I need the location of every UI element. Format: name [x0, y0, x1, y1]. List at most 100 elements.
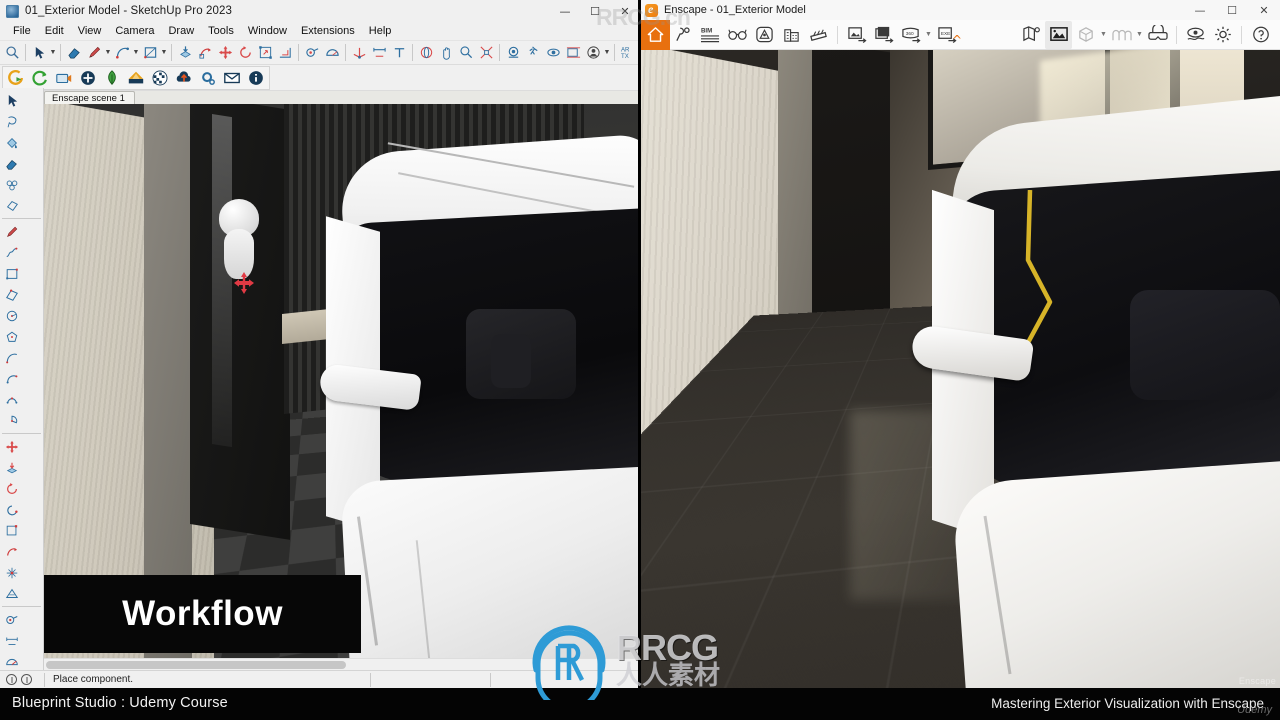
vr-headset-icon[interactable]: [1144, 21, 1171, 49]
paint-bucket-icon[interactable]: [2, 132, 22, 153]
move-icon[interactable]: [215, 43, 235, 63]
project-building-icon[interactable]: [778, 21, 805, 49]
zoom-search-icon[interactable]: [2, 43, 22, 63]
two-point-arc-icon[interactable]: [2, 368, 22, 389]
zoom-tool-icon[interactable]: [456, 43, 476, 63]
menu-edit[interactable]: Edit: [38, 23, 71, 39]
export-batch-icon[interactable]: [870, 21, 897, 49]
orbit-icon[interactable]: [416, 43, 436, 63]
tag-icon[interactable]: [2, 195, 22, 216]
menu-view[interactable]: View: [71, 23, 109, 39]
scrollbar-thumb[interactable]: [46, 661, 346, 669]
rectangle-dropdown-caret-icon[interactable]: ▼: [160, 43, 168, 63]
walk-icon[interactable]: [523, 43, 543, 63]
close-button[interactable]: ✕: [610, 0, 640, 22]
enscape-asset-icon[interactable]: [76, 66, 100, 90]
bim-info-icon[interactable]: BIM: [697, 21, 724, 49]
views-pin-icon[interactable]: [670, 21, 697, 49]
three-point-arc-icon[interactable]: [2, 389, 22, 410]
select-dropdown-caret-icon[interactable]: ▼: [49, 43, 57, 63]
expand-chevron-icon[interactable]: ^: [952, 34, 962, 46]
pan-icon[interactable]: [436, 43, 456, 63]
ar-tx-icon[interactable]: AR TX: [618, 43, 638, 63]
dimension-tool-icon[interactable]: [2, 630, 22, 651]
push-pull-tool-icon[interactable]: [2, 457, 22, 478]
account-dropdown-caret-icon[interactable]: ▼: [603, 43, 611, 63]
outer-shell-icon[interactable]: [2, 562, 22, 583]
look-around-icon[interactable]: [543, 43, 563, 63]
tape-measure-icon[interactable]: [302, 43, 322, 63]
tape-measure-tool-icon[interactable]: [2, 609, 22, 630]
freehand-icon[interactable]: [2, 242, 22, 263]
enscape-feedback-icon[interactable]: [220, 66, 244, 90]
menu-camera[interactable]: Camera: [108, 23, 161, 39]
enscape-upload-icon[interactable]: [172, 66, 196, 90]
protractor-tool-icon[interactable]: [2, 651, 22, 672]
position-camera-icon[interactable]: [503, 43, 523, 63]
enscape-tree-icon[interactable]: [100, 66, 124, 90]
rendering-preview-icon[interactable]: [1045, 20, 1072, 49]
enscape-minimize-button[interactable]: —: [1184, 0, 1216, 20]
rotate-tool-icon[interactable]: [2, 478, 22, 499]
export-panorama-icon[interactable]: 360: [897, 21, 924, 49]
maximize-button[interactable]: ☐: [580, 0, 610, 22]
section-plane-icon[interactable]: [563, 43, 583, 63]
help-circle-icon[interactable]: [6, 674, 17, 685]
measurement-value-field[interactable]: [490, 672, 640, 687]
lasso-select-icon[interactable]: [2, 111, 22, 132]
text-icon[interactable]: [389, 43, 409, 63]
sketchup-horizontal-scrollbar[interactable]: [44, 658, 640, 670]
minimize-button[interactable]: —: [550, 0, 580, 22]
account-avatar-icon[interactable]: [583, 43, 603, 63]
eraser-tool-icon[interactable]: [2, 153, 22, 174]
axes-icon[interactable]: [349, 43, 369, 63]
sketchup-viewport[interactable]: Workflow: [44, 104, 640, 658]
info-circle-icon[interactable]: [21, 674, 32, 685]
arc-dropdown-caret-icon[interactable]: ▼: [132, 43, 140, 63]
solid-tools-icon[interactable]: [2, 583, 22, 604]
enscape-close-button[interactable]: ✕: [1248, 0, 1280, 20]
component-icon[interactable]: [2, 174, 22, 195]
visual-settings-icon[interactable]: [1182, 21, 1209, 49]
vr-goggles-icon[interactable]: [724, 21, 751, 49]
view-mode-dropdown-caret-icon[interactable]: ▼: [1099, 21, 1108, 49]
enscape-start-icon[interactable]: [4, 66, 28, 90]
select-arrow-icon[interactable]: [29, 43, 49, 63]
enscape-material-icon[interactable]: [124, 66, 148, 90]
dimension-icon[interactable]: [369, 43, 389, 63]
rotate-icon[interactable]: [235, 43, 255, 63]
follow-me-icon[interactable]: [195, 43, 215, 63]
enscape-settings-icon[interactable]: [196, 66, 220, 90]
enscape-maximize-button[interactable]: ☐: [1216, 0, 1248, 20]
menu-draw[interactable]: Draw: [161, 23, 201, 39]
atmosphere-icon[interactable]: [1108, 21, 1135, 49]
move-tool-icon[interactable]: [2, 436, 22, 457]
enscape-about-icon[interactable]: [244, 66, 268, 90]
view-mode-box-icon[interactable]: [1072, 21, 1099, 49]
follow-me-tool-icon[interactable]: [2, 499, 22, 520]
select-tool-icon[interactable]: [2, 90, 22, 111]
map-location-icon[interactable]: [1018, 21, 1045, 49]
enscape-video-icon[interactable]: [52, 66, 76, 90]
enscape-sync-icon[interactable]: [28, 66, 52, 90]
arc-tool-icon[interactable]: [2, 347, 22, 368]
zoom-extents-icon[interactable]: [476, 43, 496, 63]
asset-library-icon[interactable]: [751, 21, 778, 49]
video-editor-icon[interactable]: [805, 21, 832, 49]
panorama-dropdown-caret-icon[interactable]: ▼: [924, 21, 933, 49]
line-pencil-icon[interactable]: [84, 43, 104, 63]
circle-tool-icon[interactable]: [2, 305, 22, 326]
rotated-rectangle-icon[interactable]: [2, 284, 22, 305]
menu-extensions[interactable]: Extensions: [294, 23, 362, 39]
menu-tools[interactable]: Tools: [201, 23, 241, 39]
push-pull-icon[interactable]: [175, 43, 195, 63]
enscape-texture-icon[interactable]: [148, 66, 172, 90]
scale-icon[interactable]: [255, 43, 275, 63]
polygon-tool-icon[interactable]: [2, 326, 22, 347]
rectangle-icon[interactable]: [140, 43, 160, 63]
scale-tool-icon[interactable]: [2, 520, 22, 541]
home-icon[interactable]: [640, 19, 670, 50]
line-tool-icon[interactable]: [2, 221, 22, 242]
menu-file[interactable]: File: [6, 23, 38, 39]
settings-gear-icon[interactable]: [1209, 21, 1236, 49]
